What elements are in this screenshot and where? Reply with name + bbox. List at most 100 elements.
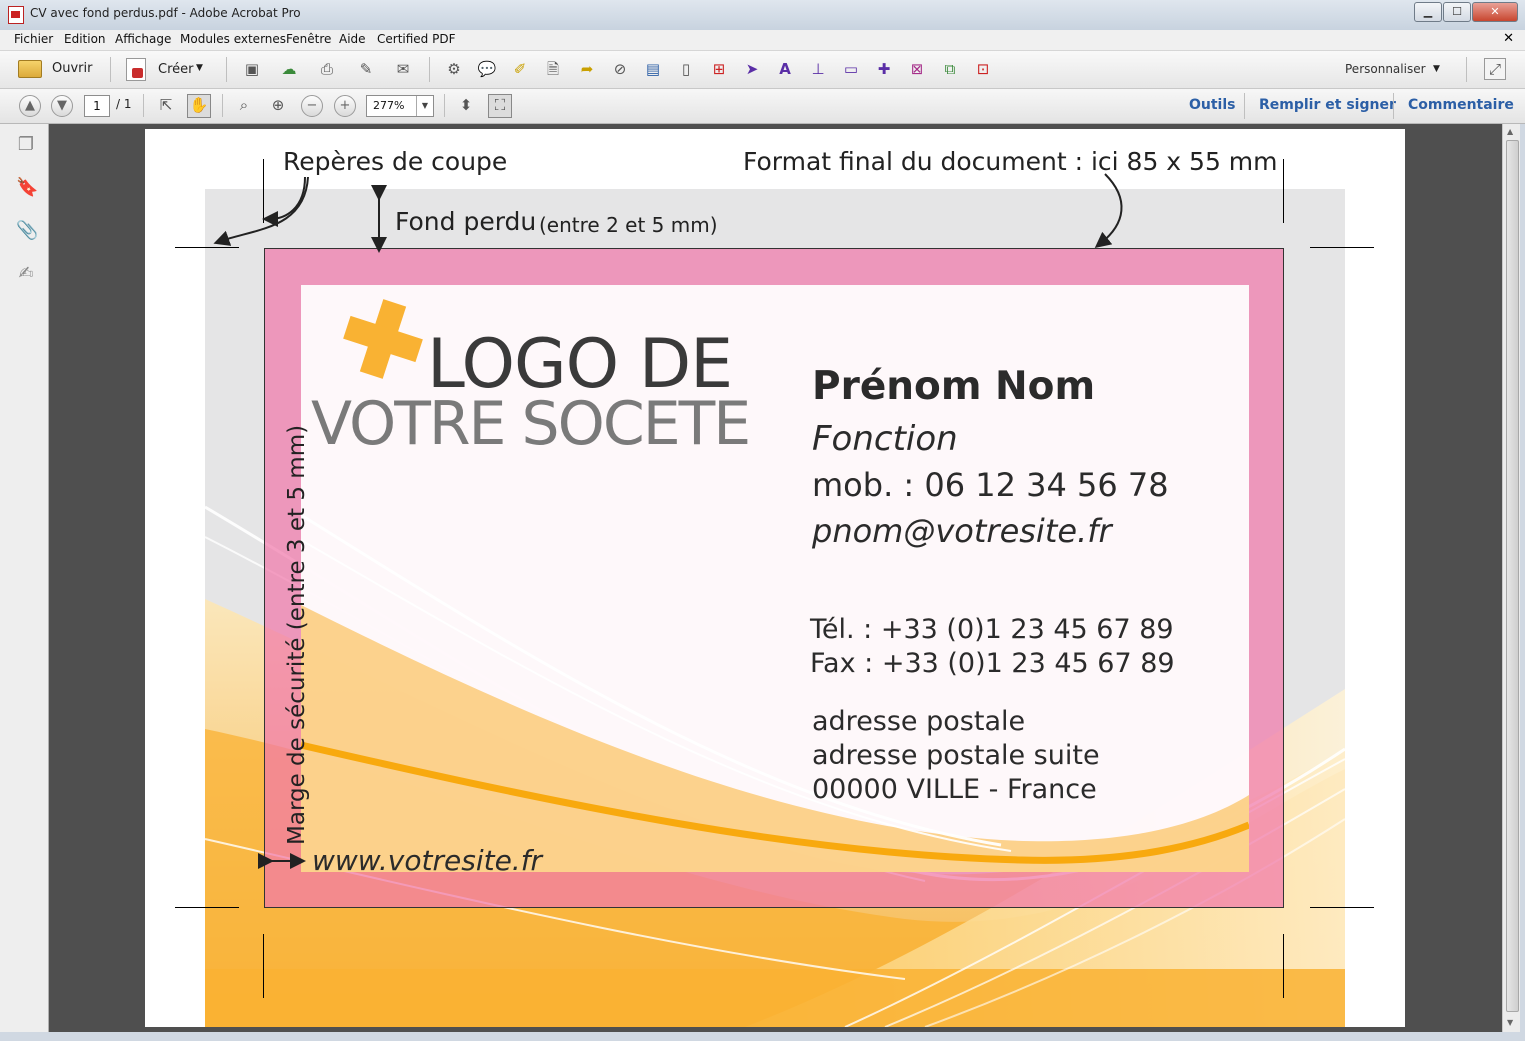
minimize-button[interactable]: ▁ [1414, 2, 1442, 22]
card-fax: Fax : +33 (0)1 23 45 67 89 [810, 648, 1175, 679]
close-document-button[interactable]: ✕ [1503, 31, 1514, 46]
bleed-range-label: (entre 2 et 5 mm) [539, 213, 718, 237]
card-address-1: adresse postale [812, 706, 1026, 737]
hand-tool-icon[interactable]: ✋ [187, 94, 211, 118]
menu-aide[interactable]: Aide [339, 32, 366, 46]
text-baseline-icon[interactable]: ⊥ [808, 59, 828, 79]
crop-pages-icon[interactable]: ⊠ [907, 59, 927, 79]
scrollbar-thumb[interactable] [1506, 140, 1519, 1012]
toolbar-divider [222, 94, 223, 117]
window-title: CV avec fond perdus.pdf - Adobe Acrobat … [30, 6, 301, 20]
marquee-zoom-icon[interactable]: ⌕ [234, 95, 254, 115]
crop-marks-label: Repères de coupe [283, 147, 508, 176]
select-object-icon[interactable]: ➤ [742, 59, 762, 79]
zoom-out-icon[interactable]: − [301, 95, 323, 117]
final-format-label: Format final du document : ici 85 x 55 m… [743, 147, 1278, 176]
dynamic-zoom-icon[interactable]: ⊕ [268, 95, 288, 115]
settings-gear-icon[interactable]: ⚙ [444, 59, 464, 79]
open-folder-icon[interactable] [18, 60, 42, 78]
create-button[interactable]: Créer [158, 62, 193, 77]
edit-document-icon[interactable]: ✎ [356, 59, 376, 79]
bleed-label: Fond perdu [395, 207, 537, 236]
toolbar-divider [1244, 93, 1245, 119]
toolbar-divider [1393, 93, 1394, 119]
pdf-page: Repères de coupe Format final du documen… [145, 129, 1405, 1027]
card-email: pnom@votresite.fr [812, 512, 1112, 550]
attach-file-icon[interactable]: 🗎 [543, 59, 563, 79]
toolbar-divider [429, 57, 430, 82]
card-address-3: 00000 VILLE - France [812, 774, 1097, 805]
maximize-button[interactable]: ☐ [1443, 2, 1471, 22]
cloud-upload-icon[interactable]: ☁ [279, 59, 299, 79]
attachments-paperclip-icon[interactable]: 📎 [16, 220, 38, 242]
annotation-arrows [213, 173, 1123, 869]
scroll-down-icon[interactable]: ▼ [1507, 1018, 1513, 1027]
save-icon[interactable]: ▣ [242, 59, 262, 79]
fit-width-icon[interactable]: ⬍ [456, 95, 476, 115]
fit-page-icon[interactable]: ⛶ [488, 94, 512, 118]
highlight-text-icon[interactable]: ✐ [510, 59, 530, 79]
page-thumbnails-icon[interactable]: ❐ [16, 134, 36, 156]
ruler-icon[interactable]: ▭ [841, 59, 861, 79]
zoom-level-value: 277% [373, 99, 405, 112]
scroll-up-icon[interactable]: ▲ [1507, 127, 1513, 136]
bookmarks-icon[interactable]: 🔖 [16, 177, 38, 199]
redact-icon[interactable]: ⊘ [610, 59, 630, 79]
customize-dropdown[interactable]: Personnaliser [1345, 62, 1426, 76]
create-pdf-icon[interactable] [126, 58, 146, 81]
menu-fichier[interactable]: Fichier [14, 32, 53, 46]
card-name: Prénom Nom [812, 364, 1096, 409]
customize-chevron-icon[interactable]: ▼ [1433, 64, 1440, 74]
menu-edition[interactable]: Edition [64, 32, 106, 46]
card-mobile: mob. : 06 12 34 56 78 [812, 466, 1169, 504]
next-page-icon[interactable]: ▼ [51, 95, 73, 117]
toolbar-divider [444, 94, 445, 117]
edit-text-icon[interactable]: A [775, 59, 795, 79]
menu-bar: Fichier Edition Affichage Modules extern… [0, 30, 1525, 51]
card-website: www.votresite.fr [312, 844, 543, 877]
open-button[interactable]: Ouvrir [52, 61, 92, 76]
card-phone: Tél. : +33 (0)1 23 45 67 89 [810, 614, 1174, 645]
toolbar-divider [143, 94, 144, 117]
window-frame-right [1520, 124, 1525, 1041]
zoom-in-icon[interactable]: + [334, 95, 356, 117]
safety-margin-label: Marge de sécurité (entre 3 et 5 mm) [284, 424, 310, 845]
export-icon[interactable]: ➦ [577, 59, 597, 79]
card-function: Fonction [812, 419, 958, 459]
blank-page-icon[interactable]: ▯ [676, 59, 696, 79]
zoom-level-select[interactable]: 277% ▼ [366, 95, 434, 117]
touchup-icon[interactable]: ✚ [874, 59, 894, 79]
comment-bubble-icon[interactable]: 💬 [477, 59, 497, 79]
menu-affichage[interactable]: Affichage [115, 32, 171, 46]
window-frame-bottom [0, 1032, 1525, 1041]
comment-pane-link[interactable]: Commentaire [1408, 97, 1514, 113]
menu-modules-externes[interactable]: Modules externes [180, 32, 286, 46]
page-total: / 1 [116, 97, 132, 111]
toolbar-divider [1466, 57, 1467, 82]
menu-certified-pdf[interactable]: Certified PDF [377, 32, 456, 46]
close-window-button[interactable]: ✕ [1472, 2, 1518, 22]
fullscreen-icon[interactable]: ⤢ [1484, 58, 1506, 80]
print-icon[interactable]: ⎙ [317, 59, 337, 79]
toolbar-divider [226, 57, 227, 82]
replace-pages-icon[interactable]: ⧉ [940, 59, 960, 79]
fill-sign-pane-link[interactable]: Remplir et signer [1259, 97, 1396, 113]
document-viewer[interactable]: Repères de coupe Format final du documen… [49, 124, 1502, 1032]
signatures-icon[interactable]: ✍ [16, 263, 36, 285]
acrobat-app-icon [8, 6, 24, 24]
main-toolbar: Ouvrir Créer ▼ ▣ ☁ ⎙ ✎ ✉ ⚙ 💬 ✐ 🗎 ➦ ⊘ ▤ ▯… [0, 51, 1525, 89]
title-bar: CV avec fond perdus.pdf - Adobe Acrobat … [0, 0, 1525, 31]
menu-fenetre[interactable]: Fenêtre [286, 32, 331, 46]
create-dropdown-icon[interactable]: ▼ [196, 63, 203, 73]
email-icon[interactable]: ✉ [393, 59, 413, 79]
insert-pages-icon[interactable]: ⊞ [709, 59, 729, 79]
previous-page-icon[interactable]: ▲ [19, 95, 41, 117]
combine-files-icon[interactable]: ▤ [643, 59, 663, 79]
select-cursor-icon[interactable]: ⇱ [156, 95, 176, 115]
vertical-scrollbar[interactable]: ▲ ▼ [1502, 124, 1521, 1032]
toolbar-divider [110, 57, 111, 82]
extract-pages-icon[interactable]: ⊡ [973, 59, 993, 79]
page-number-input[interactable]: 1 [84, 95, 110, 117]
tools-pane-link[interactable]: Outils [1189, 97, 1236, 113]
zoom-dropdown-icon[interactable]: ▼ [416, 96, 433, 116]
